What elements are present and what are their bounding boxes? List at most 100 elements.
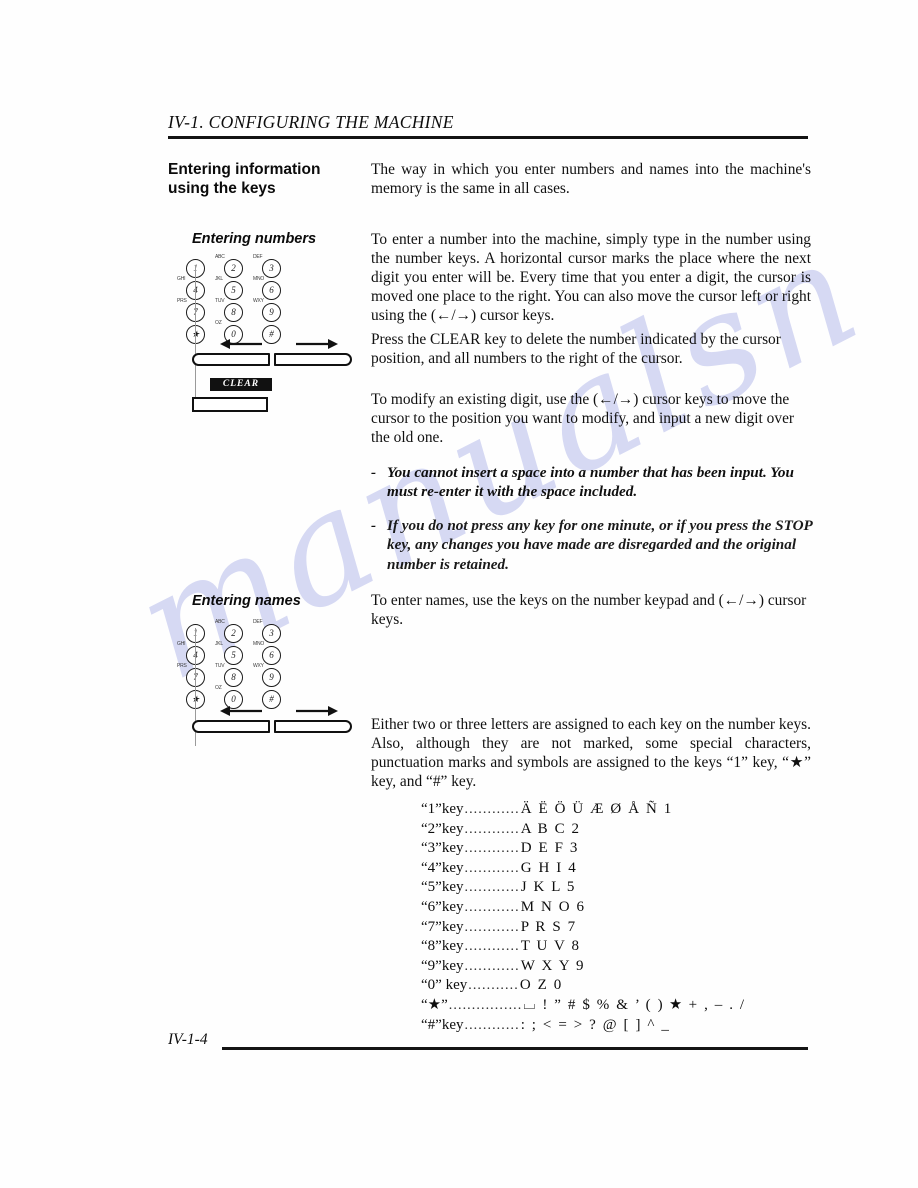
- keypad-key-letters: MNO: [253, 276, 265, 282]
- key-assignment-leader: ............: [464, 958, 520, 974]
- key-assignment-leader: ............: [464, 802, 520, 817]
- keypad-key-letters: GHI: [177, 276, 186, 282]
- keypad-diagram-numbers: 1ABC2DEF3GHI4JKL5MNO6PRS7TUV8WXY9★OZ0# C…: [177, 254, 352, 412]
- keypad-key-6[interactable]: 6: [262, 281, 281, 300]
- key-assignment-name: “7”key: [421, 918, 464, 935]
- keypad-key-letters: MNO: [253, 641, 265, 647]
- arrow-graphics: [220, 339, 338, 349]
- key-assignment-values: G H I 4: [520, 859, 578, 876]
- key-assignment-row: “6”key............ M N O 6: [421, 898, 746, 918]
- keypad-key-letters: PRS: [177, 663, 187, 669]
- keypad-key-letters: PRS: [177, 298, 187, 304]
- key-assignment-values: P R S 7: [520, 918, 577, 935]
- keypad-key-letters: ABC: [215, 254, 225, 260]
- section-intro: The way in which you enter numbers and n…: [371, 161, 811, 198]
- numbers-note-list: - You cannot insert a space into a numbe…: [371, 463, 813, 588]
- entering-numbers-paragraph-2: Press the CLEAR key to delete the number…: [371, 331, 781, 368]
- keypad-grid: 1ABC2DEF3GHI4JKL5MNO6PRS7TUV8WXY9★OZ0#: [177, 619, 282, 709]
- note-item: - You cannot insert a space into a numbe…: [371, 463, 813, 502]
- key-assignment-row: “0” key........... O Z 0: [421, 976, 746, 996]
- key-assignment-row: “1”key............ Ä Ë Ö Ü Æ Ø Å Ñ 1: [421, 800, 746, 820]
- keypad-key-5[interactable]: 5: [224, 646, 243, 665]
- right-cursor-key[interactable]: [274, 720, 352, 733]
- heading-entering-names: Entering names: [192, 593, 301, 609]
- key-assignment-row: “#”key............: ; < = > ? @ [ ] ^ _: [421, 1016, 746, 1036]
- key-assignment-row: “8”key............ T U V 8: [421, 937, 746, 957]
- key-assignment-row: “★”................ ⌴ ! ” # $ % & ’ ( ) ★…: [421, 996, 746, 1016]
- keypad-key-2[interactable]: 2: [224, 624, 243, 643]
- note-item: - If you do not press any key for one mi…: [371, 516, 813, 574]
- cursor-arrows: [214, 700, 344, 722]
- keypad-key-3[interactable]: 3: [262, 259, 281, 278]
- keypad-key-9[interactable]: 9: [262, 303, 281, 322]
- keypad-key-letters: TUV: [215, 298, 225, 304]
- left-cursor-key[interactable]: [192, 353, 270, 366]
- keypad-key-letters: WXY: [253, 663, 264, 669]
- note-text: You cannot insert a space into a number …: [387, 464, 794, 501]
- keypad-key-3[interactable]: 3: [262, 624, 281, 643]
- key-assignment-row: “3”key............ D E F 3: [421, 839, 746, 859]
- keypad-key-9[interactable]: 9: [262, 668, 281, 687]
- keypad-key-6[interactable]: 6: [262, 646, 281, 665]
- key-assignment-name: “8”key: [421, 938, 464, 955]
- keypad-key-letters: OZ: [215, 320, 222, 326]
- key-assignment-row: “5”key............ J K L 5: [421, 878, 746, 898]
- note-text: If you do not press any key for one minu…: [387, 516, 813, 573]
- key-assignment-row: “7”key............ P R S 7: [421, 918, 746, 938]
- key-assignment-leader: ...........: [468, 978, 519, 994]
- entering-numbers-paragraph-3: To modify an existing digit, use the (←/…: [371, 391, 795, 447]
- scanned-page: manualsn IV-1. CONFIGURING THE MACHINE E…: [0, 0, 918, 1188]
- keypad-key-2[interactable]: 2: [224, 259, 243, 278]
- key-assignment-leader: ............: [464, 1017, 520, 1033]
- entering-names-paragraph-2: Either two or three letters are assigned…: [371, 716, 811, 791]
- keypad-grid: 1ABC2DEF3GHI4JKL5MNO6PRS7TUV8WXY9★OZ0#: [177, 254, 282, 344]
- keypad-callout-line: [195, 265, 197, 405]
- keypad-key-letters: WXY: [253, 298, 264, 304]
- key-assignment-name: “5”key: [421, 879, 464, 896]
- key-assignment-name: “★”: [421, 996, 448, 1013]
- key-assignment-values: A B C 2: [520, 820, 581, 837]
- key-assignment-values: W X Y 9: [520, 957, 586, 974]
- key-assignment-name: “2”key: [421, 820, 464, 837]
- cursor-arrows: [214, 333, 344, 355]
- key-assignment-leader: ............: [464, 939, 520, 955]
- keypad-key-letters: GHI: [177, 641, 186, 647]
- key-assignment-name: “#”key: [421, 1016, 464, 1033]
- keypad-key-letters: TUV: [215, 663, 225, 669]
- key-assignment-name: “0” key: [421, 977, 468, 994]
- keypad-key-letters: JKL: [215, 276, 224, 282]
- keypad-key-8[interactable]: 8: [224, 303, 243, 322]
- entering-numbers-paragraph-1: To enter a number into the machine, simp…: [371, 231, 811, 325]
- heading-entering-numbers: Entering numbers: [192, 231, 317, 247]
- arrow-graphics: [220, 706, 338, 716]
- key-assignment-values: Ä Ë Ö Ü Æ Ø Å Ñ 1: [520, 801, 673, 817]
- key-assignment-values: O Z 0: [519, 977, 563, 994]
- left-cursor-key[interactable]: [192, 720, 270, 733]
- key-assignment-leader: ............: [464, 821, 520, 837]
- clear-label: CLEAR: [210, 378, 272, 391]
- keypad-key-letters: DEF: [253, 254, 263, 260]
- keypad-key-5[interactable]: 5: [224, 281, 243, 300]
- key-assignment-name: “3”key: [421, 840, 464, 857]
- clear-key[interactable]: [192, 397, 268, 412]
- keypad-key-letters: JKL: [215, 641, 224, 647]
- key-assignment-row: “4”key............ G H I 4: [421, 859, 746, 879]
- page-folio: IV-1-4: [168, 1031, 208, 1048]
- footer-rule: [222, 1047, 808, 1050]
- key-assignment-leader: ............: [464, 860, 520, 876]
- key-assignment-name: “6”key: [421, 898, 464, 915]
- right-cursor-key[interactable]: [274, 353, 352, 366]
- key-assignment-name: “1”key: [421, 801, 464, 817]
- key-assignment-values: ⌴ ! ” # $ % & ’ ( ) ★ + , – . /: [523, 996, 746, 1013]
- keypad-key-8[interactable]: 8: [224, 668, 243, 687]
- header-rule: [168, 136, 808, 139]
- running-head: IV-1. CONFIGURING THE MACHINE: [168, 112, 454, 132]
- key-assignment-row: “9”key............ W X Y 9: [421, 957, 746, 977]
- keypad-diagram-names: 1ABC2DEF3GHI4JKL5MNO6PRS7TUV8WXY9★OZ0#: [177, 619, 352, 746]
- key-assignment-values: D E F 3: [520, 840, 579, 857]
- keypad-key-letters: ABC: [215, 619, 225, 625]
- key-assignment-leader: ............: [464, 880, 520, 896]
- key-assignment-list: “1”key............ Ä Ë Ö Ü Æ Ø Å Ñ 1 “2”ke…: [421, 800, 746, 1035]
- key-assignment-leader: ............: [464, 841, 520, 857]
- keypad-key-letters: OZ: [215, 685, 222, 691]
